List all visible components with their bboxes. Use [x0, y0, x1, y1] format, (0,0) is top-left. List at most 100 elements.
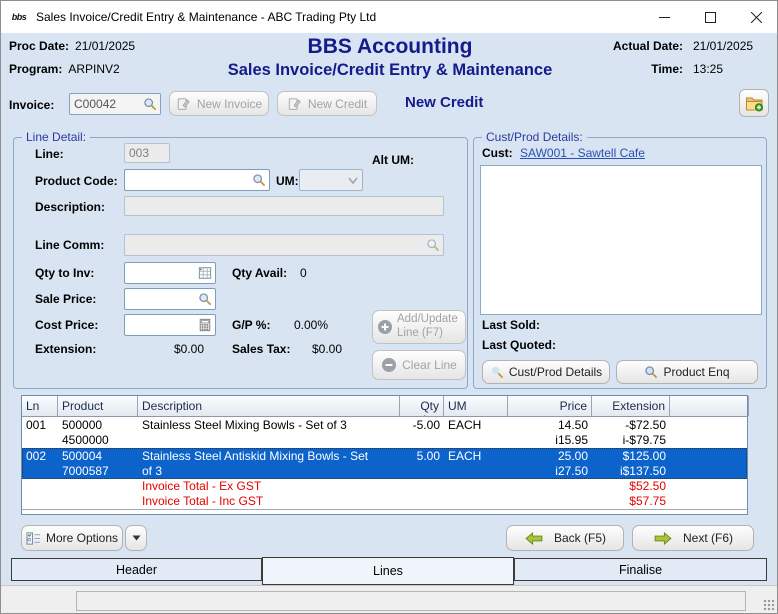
cost-price-field[interactable] [124, 314, 216, 336]
line-comm-field [124, 234, 444, 256]
line-comm-label: Line Comm: [35, 238, 104, 252]
total-ex-gst-label: Invoice Total - Ex GST [138, 479, 400, 494]
total-row-inc-gst: Invoice Total - Inc GST $57.75 [22, 494, 747, 509]
qty-grid-icon[interactable] [198, 266, 212, 280]
total-inc-gst-value: $57.75 [592, 494, 670, 509]
add-update-line-label: Add/Update Line (F7) [397, 313, 461, 341]
qty-to-inv-field[interactable] [124, 262, 216, 284]
total-ex-gst-value: $52.50 [592, 479, 670, 494]
invoice-lines-table: Ln Product Description Qty Inv UM Price … [21, 395, 748, 515]
cust-prod-details-label: Cust/Prod Details [509, 365, 602, 379]
new-credit-button[interactable]: New Credit [277, 91, 377, 116]
minus-circle-icon [381, 357, 397, 373]
maximize-button[interactable] [687, 1, 733, 33]
table-row-selected[interactable]: 002 5000047000587 Stainless Steel Antisk… [22, 448, 747, 479]
clear-line-button[interactable]: Clear Line [372, 350, 466, 380]
window-title: Sales Invoice/Credit Entry & Maintenance… [36, 10, 376, 24]
tab-finalise[interactable]: Finalise [514, 558, 767, 581]
line-number-field [124, 143, 170, 163]
line-number-input [125, 144, 169, 162]
new-credit-label: New Credit [308, 97, 367, 111]
new-invoice-button[interactable]: New Invoice [169, 91, 269, 116]
col-price: Price [508, 396, 592, 416]
sale-price-label: Sale Price: [35, 292, 96, 306]
sale-price-field[interactable] [124, 288, 216, 310]
new-credit-icon [287, 97, 302, 111]
col-description: Description [138, 396, 400, 416]
close-button[interactable] [733, 1, 778, 33]
status-bar [1, 585, 778, 614]
last-sold-label: Last Sold: [482, 318, 540, 332]
tab-lines-label: Lines [373, 564, 403, 578]
product-enq-button[interactable]: Product Enq [616, 360, 758, 384]
invoice-field[interactable] [69, 93, 161, 115]
qty-to-inv-label: Qty to Inv: [35, 266, 94, 280]
line-comm-input [125, 235, 443, 255]
add-update-line-button[interactable]: Add/Update Line (F7) [372, 310, 466, 344]
cust-prod-group: Cust/Prod Details: Cust: SAW001 - Sawtel… [473, 137, 767, 389]
app-window: bbs Sales Invoice/Credit Entry & Mainten… [0, 0, 778, 614]
table-header: Ln Product Description Qty Inv UM Price … [22, 396, 747, 417]
more-options-label: More Options [46, 531, 118, 545]
cust-prod-info-box [480, 165, 762, 315]
invoice-label: Invoice: [9, 98, 54, 112]
time-label: Time: [613, 62, 683, 76]
title-bar: bbs Sales Invoice/Credit Entry & Mainten… [1, 1, 778, 33]
tab-finalise-label: Finalise [619, 563, 662, 577]
table-row[interactable]: 001 5000004500000 Stainless Steel Mixing… [22, 417, 747, 448]
um-label: UM: [276, 174, 299, 188]
gp-value: 0.00% [266, 318, 328, 332]
more-options-dropdown-button[interactable] [125, 525, 147, 551]
plus-circle-icon [377, 319, 393, 335]
calculator-icon[interactable] [198, 318, 212, 332]
line-label: Line: [35, 147, 64, 161]
alt-um-label: Alt UM: [372, 153, 414, 167]
description-field [124, 196, 444, 216]
col-filler [670, 396, 749, 416]
um-select[interactable] [299, 169, 363, 191]
gp-label: G/P %: [232, 318, 270, 332]
minimize-button[interactable] [641, 1, 687, 33]
col-product: Product [58, 396, 138, 416]
sale-price-search-icon[interactable] [198, 292, 212, 306]
last-quoted-label: Last Quoted: [482, 338, 556, 352]
new-invoice-icon [176, 97, 191, 111]
tab-header[interactable]: Header [11, 558, 262, 581]
app-logo-icon: bbs [10, 8, 28, 26]
total-row-ex-gst: Invoice Total - Ex GST $52.50 [22, 479, 747, 494]
product-code-label: Product Code: [35, 174, 118, 188]
col-extension: Extension [592, 396, 670, 416]
tab-lines[interactable]: Lines [262, 557, 514, 585]
extension-value: $0.00 [142, 342, 204, 356]
next-arrow-icon [653, 532, 673, 545]
table-separator [22, 509, 747, 510]
qty-avail-value: 0 [300, 266, 307, 280]
qty-avail-label: Qty Avail: [232, 266, 287, 280]
line-detail-group: Line Detail: Line: Alt UM: Product Code:… [13, 137, 468, 389]
more-options-button[interactable]: More Options [21, 525, 123, 551]
back-label: Back (F5) [554, 531, 606, 545]
actual-date-value: 21/01/2025 [693, 39, 765, 53]
invoice-search-icon[interactable] [143, 97, 157, 111]
documents-button[interactable] [739, 89, 769, 117]
cust-prod-details-button[interactable]: Cust/Prod Details [482, 360, 610, 384]
product-search-icon[interactable] [252, 173, 266, 187]
clear-line-label: Clear Line [402, 358, 457, 372]
mode-status-text: New Credit [405, 94, 483, 111]
resize-grip-icon[interactable] [763, 599, 775, 611]
new-invoice-label: New Invoice [197, 97, 262, 111]
product-code-field[interactable] [124, 169, 270, 191]
cust-label: Cust: [482, 146, 513, 160]
extension-label: Extension: [35, 342, 96, 356]
next-button[interactable]: Next (F6) [632, 525, 754, 551]
description-label: Description: [35, 200, 105, 214]
cust-prod-search-icon [490, 365, 504, 379]
customer-link[interactable]: SAW001 - Sawtell Cafe [520, 146, 645, 160]
time-value: 13:25 [693, 62, 765, 76]
back-button[interactable]: Back (F5) [506, 525, 624, 551]
product-code-input[interactable] [125, 170, 269, 190]
next-label: Next (F6) [683, 531, 733, 545]
cust-prod-title: Cust/Prod Details: [482, 130, 587, 144]
col-qty-inv: Qty Inv [400, 396, 444, 416]
folder-add-icon [745, 95, 764, 112]
